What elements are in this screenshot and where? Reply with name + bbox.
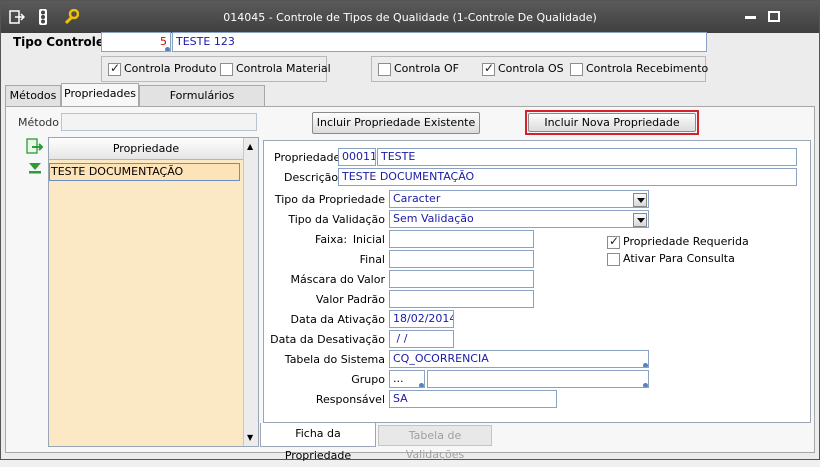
controla-produto-checkbox[interactable] [108,61,121,76]
tipo-validacao-value: Sem Validação [393,212,474,225]
maximize-icon[interactable] [767,9,783,25]
window-title: 014045 - Controle de Tipos de Qualidade … [223,11,597,24]
lookup-dot-icon [643,383,648,387]
faixa-inicial-field[interactable] [389,230,534,248]
chevron-down-icon[interactable] [633,213,647,227]
incluir-nova-propriedade-button[interactable]: Incluir Nova Propriedade [528,113,696,132]
tipo-propriedade-value: Caracter [393,192,441,205]
controla-os-checkbox[interactable] [482,61,495,76]
propriedades-panel: Método Propriedade TESTE DOCUMENTAÇÃO ▲ … [5,106,815,462]
tab-ficha-propriedade[interactable]: Ficha da Propriedade [260,423,376,462]
tab-tabela-validacoes[interactable]: Tabela de Validações [378,425,492,461]
tabela-sistema-field[interactable]: CQ_OCORRENCIA [389,350,649,368]
controla-material-checkbox[interactable] [220,63,233,76]
mascara-label: Máscara do Valor [290,273,385,286]
descricao-label: Descrição [284,171,339,184]
list-item[interactable]: TESTE DOCUMENTAÇÃO [49,163,240,181]
list-header: Propriedade [49,138,243,160]
title-bar: 014045 - Controle de Tipos de Qualidade … [1,1,819,33]
tab-metodos[interactable]: Métodos [5,85,61,107]
propriedade-name-field[interactable]: TESTE [377,148,797,166]
tipo-validacao-select[interactable]: Sem Validação [389,210,649,228]
grupo-code-field[interactable]: ... [389,370,425,388]
minimize-icon[interactable] [743,9,759,25]
data-ativacao-field[interactable]: 18/02/2014 [389,310,454,328]
controla-recebimento-label: Controla Recebimento [586,62,709,75]
propriedade-code-field[interactable]: 00011 [338,148,376,166]
data-desativacao-label: Data da Desativação [270,333,385,346]
tipo-controle-name-field[interactable]: TESTE 123 [172,32,707,52]
tab-formularios-associados[interactable]: Formulários Associados [139,85,265,122]
checkbox-group-os: Controla OF Controla OS Controla Recebim… [371,56,709,82]
controla-of-checkbox[interactable] [378,63,391,76]
controla-produto-label: Controla Produto [124,62,217,75]
incluir-propriedade-existente-button[interactable]: Incluir Propriedade Existente [312,112,480,134]
final-label: Final [359,253,385,266]
faixa-label: Faixa: [315,233,348,246]
download-arrow-icon[interactable] [27,161,43,178]
tipo-controle-label: Tipo Controle [13,35,105,49]
tipo-propriedade-label: Tipo da Propriedade [274,193,385,206]
data-ativacao-label: Data da Ativação [290,313,385,326]
tab-propriedades[interactable]: Propriedades [61,83,139,107]
scroll-down-icon[interactable]: ▼ [247,433,253,442]
responsavel-field[interactable]: SA [389,390,557,408]
grupo-label: Grupo [351,373,385,386]
valor-padrao-label: Valor Padrão [315,293,385,306]
tipo-code-text: 5 [160,35,167,48]
inicial-label: Inicial [352,233,385,246]
descricao-field[interactable]: TESTE DOCUMENTAÇÃO [338,168,797,186]
data-desativacao-field[interactable]: / / [389,330,454,348]
scroll-up-icon[interactable]: ▲ [247,142,253,151]
lookup-dot-icon [643,363,648,367]
lookup-dot-icon [419,383,424,387]
checkbox-group-produto: Controla Produto Controla Material [101,56,331,82]
lookup-dot-icon [165,47,170,51]
propriedade-form: Propriedade 00011 TESTE Descrição TESTE … [263,140,811,423]
grupo-code-value: ... [393,372,404,385]
ativar-consulta-label: Ativar Para Consulta [623,252,735,265]
main-window: 014045 - Controle de Tipos de Qualidade … [0,0,820,462]
metodo-label: Método [18,116,60,129]
ativar-consulta-checkbox[interactable] [607,253,620,266]
grupo-name-field[interactable] [427,370,649,388]
propriedade-requerida-label: Propriedade Requerida [623,235,749,248]
mascara-field[interactable] [389,270,534,288]
valor-padrao-field[interactable] [389,290,534,308]
controla-recebimento-checkbox[interactable] [570,63,583,76]
chevron-down-icon[interactable] [633,193,647,207]
responsavel-label: Responsável [315,393,385,406]
tipo-validacao-label: Tipo da Validação [288,213,385,226]
tipo-propriedade-select[interactable]: Caracter [389,190,649,208]
propriedade-requerida-checkbox[interactable] [607,234,620,249]
tipo-controle-code-field[interactable]: 5 [101,32,171,52]
metodo-field[interactable] [61,113,257,131]
controla-material-label: Controla Material [236,62,331,75]
controla-os-label: Controla OS [498,62,564,75]
tabela-sistema-value: CQ_OCORRENCIA [393,352,489,365]
import-arrow-icon[interactable] [26,138,44,159]
faixa-final-field[interactable] [389,250,534,268]
controla-of-label: Controla OF [394,62,459,75]
list-scrollbar[interactable]: ▲ ▼ [243,138,258,446]
propriedade-label: Propriedade [274,151,341,164]
tabela-sistema-label: Tabela do Sistema [284,353,385,366]
propriedade-list: Propriedade TESTE DOCUMENTAÇÃO ▲ ▼ [48,137,259,447]
